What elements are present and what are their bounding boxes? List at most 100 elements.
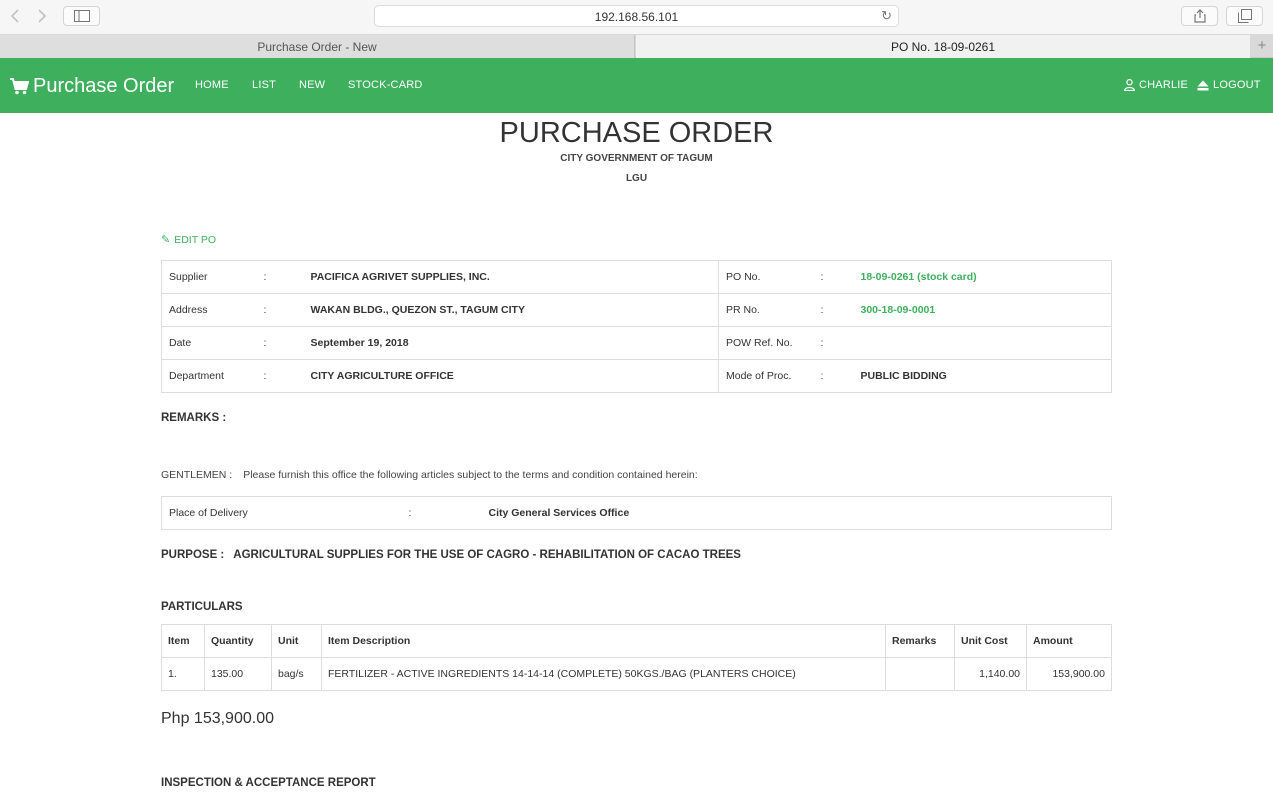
gentlemen-body: Please furnish this office the following… bbox=[243, 469, 698, 481]
pr-no-label: PR No. bbox=[718, 293, 814, 327]
address-value: WAKAN BLDG., QUEZON ST., TAGUM CITY bbox=[303, 293, 719, 327]
browser-tab-bar: Purchase Order - New PO No. 18-09-0261 + bbox=[0, 35, 1273, 58]
column-header-amount: Amount bbox=[1026, 624, 1112, 658]
page-title: PURCHASE ORDER bbox=[499, 117, 774, 149]
date-value: September 19, 2018 bbox=[303, 326, 719, 360]
purpose-label: PURPOSE : bbox=[161, 549, 225, 561]
separator: : bbox=[256, 293, 304, 327]
nav-list[interactable]: LIST bbox=[252, 79, 276, 91]
column-header-quantity: Quantity bbox=[204, 624, 272, 658]
item-description: FERTILIZER - ACTIVE INGREDIENTS 14-14-14… bbox=[321, 657, 886, 691]
eject-icon bbox=[1197, 80, 1209, 90]
address-text: 192.168.56.101 bbox=[594, 10, 679, 24]
delivery-value: City General Services Office bbox=[481, 496, 1112, 530]
forward-button[interactable] bbox=[33, 6, 51, 26]
column-header-unit: Unit bbox=[271, 624, 322, 658]
user-name: CHARLIE bbox=[1139, 79, 1189, 91]
column-header-unit-cost: Unit Cost bbox=[954, 624, 1027, 658]
user-icon bbox=[1124, 79, 1135, 91]
remarks-heading: REMARKS : bbox=[161, 412, 227, 424]
po-no-link[interactable]: 18-09-0261 (stock card) bbox=[853, 260, 1112, 294]
logout-label: LOGOUT bbox=[1213, 79, 1261, 91]
address-bar[interactable]: 192.168.56.101 ↻ bbox=[374, 5, 899, 27]
item-number: 1. bbox=[161, 657, 205, 691]
separator: : bbox=[256, 326, 304, 360]
item-amount: 153,900.00 bbox=[1026, 657, 1112, 691]
sidebar-toggle-button[interactable] bbox=[63, 6, 100, 26]
pow-ref-label: POW Ref. No. bbox=[718, 326, 814, 360]
total-amount: Php 153,900.00 bbox=[161, 710, 274, 727]
item-remarks bbox=[885, 657, 955, 691]
brand-title: Purchase Order bbox=[33, 75, 175, 97]
separator: : bbox=[401, 496, 482, 530]
department-label: Department bbox=[161, 359, 257, 393]
date-label: Date bbox=[161, 326, 257, 360]
browser-tab-active[interactable]: PO No. 18-09-0261 bbox=[636, 35, 1250, 58]
nav-user[interactable]: CHARLIE bbox=[1124, 79, 1188, 91]
column-header-remarks: Remarks bbox=[885, 624, 955, 658]
page-subtitle: CITY GOVERNMENT OF TAGUM bbox=[560, 153, 713, 164]
po-no-label: PO No. bbox=[718, 260, 814, 294]
department-value: CITY AGRICULTURE OFFICE bbox=[303, 359, 719, 393]
nav-new[interactable]: NEW bbox=[299, 79, 325, 91]
gentlemen-label: GENTLEMEN : bbox=[161, 469, 233, 481]
separator: : bbox=[256, 260, 304, 294]
separator: : bbox=[813, 293, 854, 327]
show-tabs-button[interactable] bbox=[1226, 6, 1263, 26]
nav-logout[interactable]: LOGOUT bbox=[1197, 79, 1261, 91]
table-row: 1. 135.00 bag/s FERTILIZER - ACTIVE INGR… bbox=[161, 657, 1112, 691]
separator: : bbox=[813, 359, 854, 393]
table-row: Department : CITY AGRICULTURE OFFICE Mod… bbox=[161, 359, 1112, 393]
item-quantity: 135.00 bbox=[204, 657, 272, 691]
particulars-heading: PARTICULARS bbox=[161, 601, 243, 613]
edit-po-link[interactable]: ✎ EDIT PO bbox=[161, 233, 217, 247]
delivery-label: Place of Delivery bbox=[161, 496, 402, 530]
new-tab-icon[interactable]: + bbox=[1253, 38, 1271, 55]
purpose-line: PURPOSE : AGRICULTURAL SUPPLIES FOR THE U… bbox=[161, 549, 741, 561]
tab-title: Purchase Order - New bbox=[257, 39, 377, 54]
app-navbar: Purchase Order HOME LIST NEW STOCK-CARD … bbox=[0, 58, 1273, 113]
reload-icon[interactable]: ↻ bbox=[881, 8, 892, 24]
po-info-table: Supplier : PACIFICA AGRIVET SUPPLIES, IN… bbox=[161, 260, 1112, 393]
delivery-table: Place of Delivery : City General Service… bbox=[161, 496, 1112, 530]
table-row: Place of Delivery : City General Service… bbox=[161, 496, 1112, 530]
chevron-right-icon bbox=[38, 9, 47, 23]
pencil-icon: ✎ bbox=[161, 234, 171, 246]
inspection-heading: INSPECTION & ACCEPTANCE REPORT bbox=[161, 777, 376, 789]
separator: : bbox=[256, 359, 304, 393]
nav-home[interactable]: HOME bbox=[195, 79, 229, 91]
separator: : bbox=[813, 326, 854, 360]
share-icon bbox=[1193, 9, 1206, 23]
tab-title: PO No. 18-09-0261 bbox=[890, 39, 996, 54]
item-unit-cost: 1,140.00 bbox=[954, 657, 1027, 691]
pr-no-link[interactable]: 300-18-09-0001 bbox=[853, 293, 1112, 327]
brand-link[interactable]: Purchase Order bbox=[10, 75, 174, 98]
supplier-value: PACIFICA AGRIVET SUPPLIES, INC. bbox=[303, 260, 719, 294]
share-button[interactable] bbox=[1181, 6, 1218, 26]
browser-tab[interactable]: Purchase Order - New bbox=[0, 35, 635, 58]
mode-of-proc-value: PUBLIC BIDDING bbox=[853, 359, 1112, 393]
column-header-item: Item bbox=[161, 624, 205, 658]
tabs-icon bbox=[1237, 9, 1252, 23]
purpose-value: AGRICULTURAL SUPPLIES FOR THE USE OF CAG… bbox=[233, 549, 741, 561]
table-row: Address : WAKAN BLDG., QUEZON ST., TAGUM… bbox=[161, 293, 1112, 327]
nav-stock-card[interactable]: STOCK-CARD bbox=[348, 79, 423, 91]
table-row: Supplier : PACIFICA AGRIVET SUPPLIES, IN… bbox=[161, 260, 1112, 294]
mode-of-proc-label: Mode of Proc. bbox=[718, 359, 814, 393]
page-subtitle-2: LGU bbox=[625, 173, 648, 184]
pow-ref-value bbox=[853, 326, 1112, 360]
edit-po-label: EDIT PO bbox=[174, 233, 217, 246]
browser-toolbar: 192.168.56.101 ↻ bbox=[0, 0, 1273, 35]
separator: : bbox=[813, 260, 854, 294]
particulars-table: Item Quantity Unit Item Description Rema… bbox=[161, 624, 1112, 691]
back-button[interactable] bbox=[6, 6, 24, 26]
table-header-row: Item Quantity Unit Item Description Rema… bbox=[161, 624, 1112, 658]
item-unit: bag/s bbox=[271, 657, 322, 691]
address-label: Address bbox=[161, 293, 257, 327]
supplier-label: Supplier bbox=[161, 260, 257, 294]
shopping-cart-icon bbox=[10, 78, 29, 95]
sidebar-icon bbox=[73, 10, 90, 22]
table-row: Date : September 19, 2018 POW Ref. No. : bbox=[161, 326, 1112, 360]
gentlemen-text: GENTLEMEN : Please furnish this office th… bbox=[161, 469, 698, 481]
chevron-left-icon bbox=[10, 9, 19, 23]
